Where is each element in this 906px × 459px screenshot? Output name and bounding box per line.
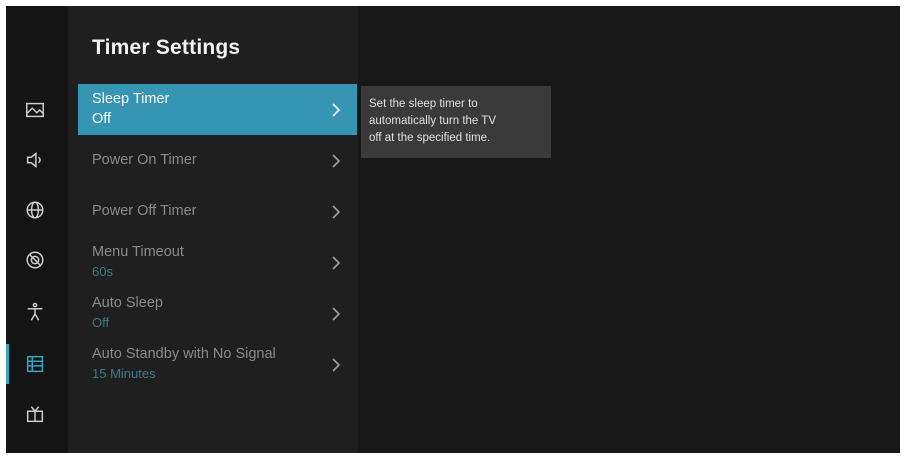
chevron-right-icon: [329, 254, 343, 272]
page-title: Timer Settings: [92, 36, 241, 59]
menu-item-auto-sleep[interactable]: Auto Sleep Off: [78, 288, 357, 339]
timer-settings-icon[interactable]: [21, 350, 49, 378]
help-tooltip: Set the sleep timer to automatically tur…: [361, 86, 551, 158]
system-icon[interactable]: [21, 246, 49, 274]
menu-item-power-on-timer[interactable]: Power On Timer: [78, 135, 357, 186]
chevron-right-icon: [329, 152, 343, 170]
menu-item-value: Off: [92, 111, 112, 127]
menu-item-label: Power Off Timer: [92, 203, 197, 219]
accessibility-icon[interactable]: [21, 298, 49, 326]
menu-item-auto-standby[interactable]: Auto Standby with No Signal 15 Minutes: [78, 339, 357, 390]
network-icon[interactable]: [21, 196, 49, 224]
menu-item-label: Auto Standby with No Signal: [92, 346, 276, 362]
chevron-right-icon: [329, 356, 343, 374]
menu-item-power-off-timer[interactable]: Power Off Timer: [78, 186, 357, 237]
sidebar-active-indicator: [6, 344, 9, 384]
menu-item-label: Auto Sleep: [92, 295, 163, 311]
menu-item-label: Sleep Timer: [92, 91, 170, 107]
chevron-right-icon: [329, 101, 343, 119]
support-icon[interactable]: [21, 400, 49, 428]
tv-screen: Timer Settings Sleep Timer Off Power On …: [6, 6, 900, 453]
tooltip-text: Set the sleep timer to automatically tur…: [369, 98, 496, 144]
chevron-right-icon: [329, 203, 343, 221]
menu-item-menu-timeout[interactable]: Menu Timeout 60s: [78, 237, 357, 288]
menu-item-value: 15 Minutes: [92, 366, 156, 381]
menu-item-value: 60s: [92, 264, 113, 279]
menu-item-label: Power On Timer: [92, 152, 197, 168]
menu-item-sleep-timer[interactable]: Sleep Timer Off: [78, 84, 357, 135]
chevron-right-icon: [329, 305, 343, 323]
menu-item-label: Menu Timeout: [92, 244, 184, 260]
sound-icon[interactable]: [21, 146, 49, 174]
picture-icon[interactable]: [21, 96, 49, 124]
settings-sidebar: [6, 6, 68, 453]
menu-item-value: Off: [92, 315, 110, 330]
